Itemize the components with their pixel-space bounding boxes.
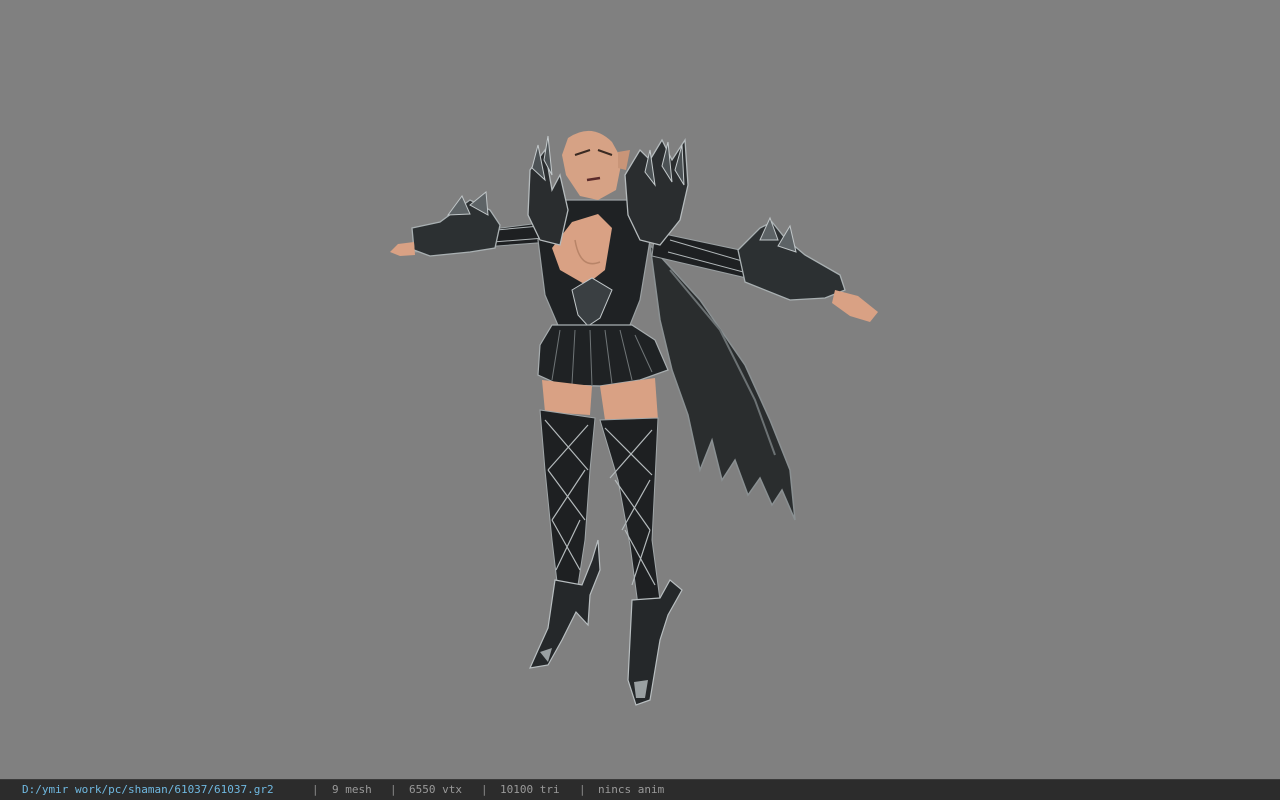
character-model bbox=[390, 130, 878, 706]
vertex-count: 6550 vtx bbox=[409, 783, 462, 796]
separator: | bbox=[390, 783, 397, 796]
separator: | bbox=[579, 783, 586, 796]
skirt bbox=[537, 324, 669, 387]
left-stocking bbox=[539, 409, 596, 591]
right-hand bbox=[832, 290, 878, 322]
separator: | bbox=[481, 783, 488, 796]
head bbox=[562, 130, 622, 200]
status-bar: D:/ymir work/pc/shaman/61037/61037.gr2 |… bbox=[0, 779, 1280, 800]
triangle-count: 10100 tri bbox=[500, 783, 560, 796]
separator: | bbox=[312, 783, 319, 796]
left-thigh bbox=[542, 380, 592, 415]
3d-viewport[interactable] bbox=[0, 0, 1280, 779]
anim-status: nincs anim bbox=[598, 783, 665, 796]
file-path: D:/ymir work/pc/shaman/61037/61037.gr2 bbox=[22, 783, 274, 796]
mesh-count: 9 mesh bbox=[332, 783, 372, 796]
left-hand bbox=[390, 242, 415, 256]
